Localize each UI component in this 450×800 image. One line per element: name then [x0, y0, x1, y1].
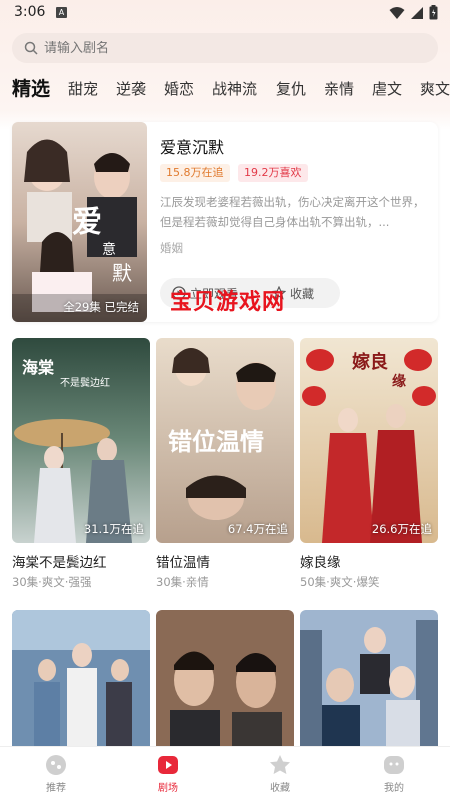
nav-label: 我的	[384, 783, 404, 794]
nav-recommend[interactable]: 推荐	[26, 753, 86, 794]
drama-poster[interactable]: 海棠 不是鬓边红 31.1万在追	[12, 338, 150, 543]
tab-qinqing[interactable]: 亲情	[324, 78, 354, 99]
svg-text:爱: 爱	[72, 205, 102, 240]
drama-card[interactable]: 错位温情 67.4万在追 错位温情 30集·亲情	[156, 338, 294, 598]
search-input[interactable]	[44, 40, 404, 56]
svg-text:默: 默	[112, 261, 132, 285]
profile-icon	[384, 756, 404, 774]
like-count-badge: 19.2万喜欢	[238, 164, 308, 182]
collect-button[interactable]: 收藏	[290, 285, 314, 302]
drama-title: 嫁良缘	[300, 555, 341, 571]
featured-poster[interactable]: 爱 意 默 全29集 已完结	[12, 122, 147, 322]
drama-follow-count: 26.6万在追	[371, 522, 432, 536]
tab-nixi[interactable]: 逆袭	[116, 78, 146, 99]
status-bar: 3:06 A	[0, 0, 450, 26]
nav-theater[interactable]: 剧场	[138, 753, 198, 794]
watermark-text: 宝贝游戏网	[170, 289, 286, 315]
drama-poster-art: 错位温情	[156, 338, 294, 543]
tab-hunlian[interactable]: 婚恋	[164, 78, 194, 99]
nav-collect[interactable]: 收藏	[250, 753, 310, 794]
status-icons	[389, 5, 438, 20]
search-icon	[24, 41, 38, 55]
nav-label: 剧场	[158, 783, 178, 794]
drama-poster[interactable]	[156, 610, 294, 746]
drama-poster[interactable]	[12, 610, 150, 746]
category-tabs: 精选 甜宠 逆袭 婚恋 战神流 复仇 亲情 虐文 爽文	[0, 74, 450, 104]
drama-poster-art	[300, 610, 438, 746]
drama-poster-art: 嫁良 缘	[300, 338, 438, 543]
collect-star-icon	[270, 755, 290, 774]
drama-card[interactable]	[156, 610, 294, 746]
battery-icon	[429, 5, 438, 20]
svg-text:嫁良: 嫁良	[352, 351, 388, 373]
featured-poster-art: 爱 意 默	[12, 122, 147, 322]
tab-tianchong[interactable]: 甜宠	[68, 78, 98, 99]
nav-label: 推荐	[46, 783, 66, 794]
drama-title: 海棠不是鬓边红	[12, 555, 107, 571]
drama-meta: 30集·爽文·强强	[12, 575, 92, 589]
drama-poster-art	[156, 610, 294, 746]
drama-poster[interactable]: 嫁良 缘 26.6万在追	[300, 338, 438, 543]
featured-title: 爱意沉默	[160, 138, 225, 157]
drama-meta: 50集·爽文·爆笑	[300, 575, 380, 589]
drama-follow-count: 31.1万在追	[83, 522, 144, 536]
wifi-icon	[389, 6, 405, 19]
drama-poster[interactable]: 错位温情 67.4万在追	[156, 338, 294, 543]
drama-meta: 30集·亲情	[156, 575, 209, 589]
signal-icon	[411, 6, 423, 19]
tab-fuchou[interactable]: 复仇	[276, 78, 306, 99]
svg-text:意: 意	[102, 241, 116, 258]
recommend-icon	[46, 755, 66, 775]
svg-text:海棠: 海棠	[22, 358, 55, 377]
featured-poster-caption: 全29集 已完结	[63, 300, 139, 314]
drama-card[interactable]	[12, 610, 150, 746]
nav-profile[interactable]: 我的	[364, 753, 424, 794]
tab-shuangwen[interactable]: 爽文	[420, 78, 450, 99]
svg-text:缘: 缘	[392, 373, 406, 390]
drama-poster[interactable]	[300, 610, 438, 746]
nav-label: 收藏	[270, 783, 290, 794]
drama-poster-art	[12, 610, 150, 746]
drama-title: 错位温情	[156, 555, 210, 571]
status-time: 3:06	[14, 4, 46, 20]
svg-text:不是鬓边红: 不是鬓边红	[60, 376, 110, 389]
featured-description: 江辰发现老婆程若薇出轨，伤心决定离开这个世界，但是程若薇却觉得自己身体出轨不算出…	[160, 195, 425, 229]
drama-follow-count: 67.4万在追	[227, 522, 288, 536]
tab-zhanshenliu[interactable]: 战神流	[212, 78, 257, 99]
search-bar[interactable]	[12, 33, 438, 63]
tab-jingxuan[interactable]: 精选	[12, 74, 50, 101]
notification-icon: A	[56, 7, 67, 18]
drama-card[interactable]	[300, 610, 438, 746]
tab-nuewen[interactable]: 虐文	[372, 78, 402, 99]
svg-text:错位温情: 错位温情	[168, 427, 264, 456]
featured-genre-tag: 婚姻	[160, 241, 183, 255]
bottom-nav: 推荐 剧场 收藏 我的	[0, 746, 450, 800]
drama-card[interactable]: 海棠 不是鬓边红 31.1万在追 海棠不是鬓边红 30集·爽文·强强	[12, 338, 150, 598]
drama-poster-art: 海棠 不是鬓边红	[12, 338, 150, 543]
drama-card[interactable]: 嫁良 缘 26.6万在追 嫁良缘 50集·爽文·爆笑	[300, 338, 438, 598]
theater-play-icon	[158, 756, 178, 774]
follow-count-badge: 15.8万在追	[160, 164, 230, 182]
